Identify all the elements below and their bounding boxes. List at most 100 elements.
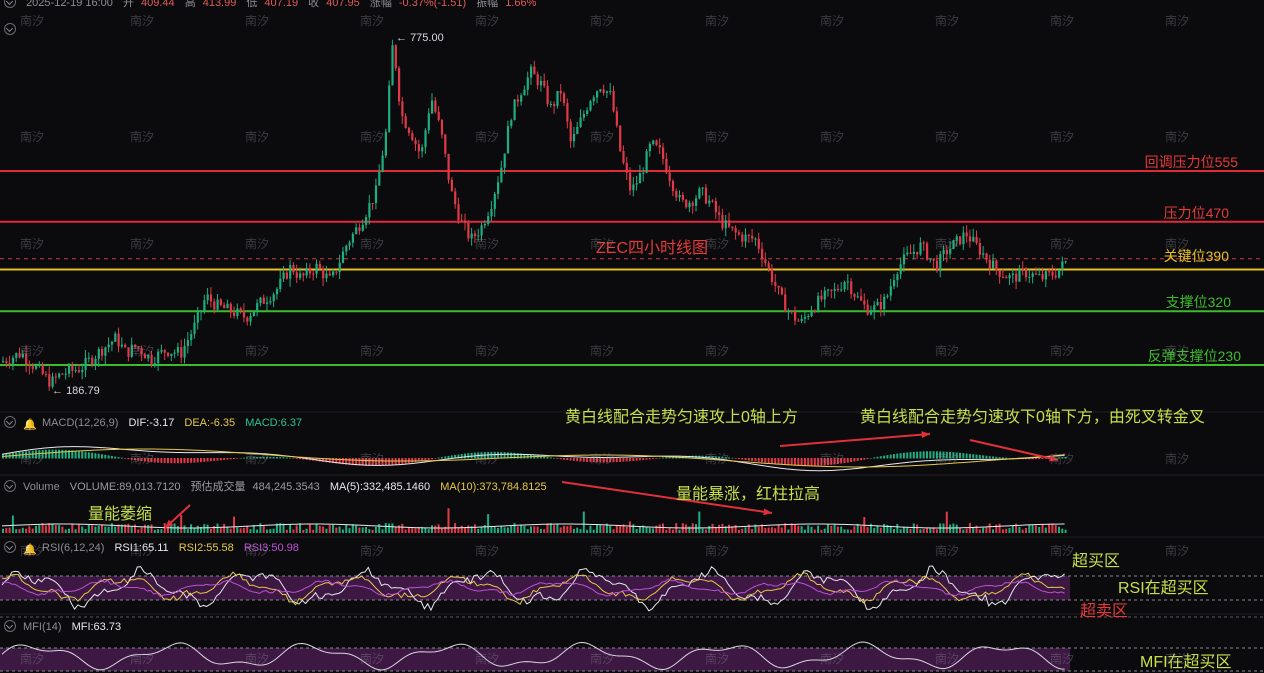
candle-body [902, 254, 906, 265]
candle-body [335, 271, 338, 273]
macd-histogram-bar [579, 458, 582, 462]
volume-bar [180, 514, 183, 533]
volume-bar [860, 526, 862, 533]
candle-body [170, 353, 173, 356]
macd-histogram-bar [764, 458, 767, 463]
volume-bar [572, 528, 575, 533]
volume-bar [318, 525, 321, 533]
candle-body [1051, 271, 1054, 276]
volume-bar [751, 528, 754, 533]
annot-macd-down: 黄白线配合走势匀速攻下0轴下方，由死叉转金叉 [860, 409, 1205, 426]
expand-icon[interactable] [4, 20, 20, 38]
candle-body [820, 295, 823, 300]
candle-body [935, 260, 939, 272]
candle-body [635, 183, 638, 185]
volume-bar [698, 511, 701, 533]
volume-bar [259, 523, 262, 533]
candle-body [605, 91, 609, 93]
candle-body [256, 303, 259, 312]
volume-bar [249, 529, 252, 533]
volume-bar [1025, 528, 1027, 533]
candle-body [536, 74, 539, 86]
volume-bar [153, 529, 156, 533]
volume-bar [830, 525, 833, 533]
macd-histogram-bar [645, 458, 648, 460]
volume-bar [190, 524, 193, 533]
volume-bar [338, 526, 341, 533]
volume-bar [533, 526, 536, 533]
macd-histogram-bar [384, 458, 387, 466]
macd-histogram-bar [807, 458, 810, 467]
macd-histogram-bar [388, 458, 391, 466]
close-label: 收 [308, 0, 320, 9]
mfi-title: MFI(14) [23, 621, 62, 633]
collapse-icon[interactable] [4, 416, 16, 428]
watermark: 南汐 [1165, 237, 1190, 251]
collapse-icon[interactable] [4, 480, 16, 492]
candle-body [153, 363, 156, 365]
candle-body [883, 296, 886, 310]
volume-bar [361, 527, 364, 533]
candle-body [569, 121, 572, 142]
watermark: 南汐 [475, 14, 500, 28]
collapse-icon[interactable] [4, 0, 16, 8]
candle-body [38, 364, 41, 366]
chart-canvas [0, 39, 1264, 672]
candle-body [233, 312, 236, 316]
bell-icon[interactable]: 🔔 [23, 418, 37, 431]
candle-body [444, 134, 447, 154]
high-value: 413.99 [202, 0, 237, 9]
macd-histogram-bar [440, 457, 443, 459]
candle-body [351, 233, 354, 243]
volume-bar [2, 528, 4, 533]
candle-body [978, 243, 981, 255]
candle-body [391, 45, 394, 86]
candle-body [216, 299, 219, 310]
high-price-label: ← 775.00 [396, 32, 444, 44]
volume-bar [668, 528, 671, 533]
candle-body [780, 287, 783, 295]
candle-body [846, 281, 849, 283]
arrow-vol-surge-head [763, 508, 772, 516]
volume-bar [209, 529, 212, 533]
volume-bar [87, 524, 90, 533]
annot-macd-up: 黄白线配合走势匀速攻上0轴上方 [565, 409, 798, 426]
volume-bar [569, 525, 572, 533]
volume-bar [883, 523, 886, 533]
macd-histogram-bar [206, 458, 209, 462]
volume-bar [879, 527, 882, 533]
volume-bar [497, 528, 499, 533]
watermark: 南汐 [590, 14, 615, 28]
candle-body [704, 187, 708, 204]
candle-body [460, 220, 463, 222]
volume-bar [695, 524, 697, 533]
macd-histogram-bar [120, 457, 123, 459]
volume-bar [11, 515, 14, 533]
close-value: 407.95 [326, 0, 360, 9]
macd-histogram-bar [160, 458, 163, 463]
macd-histogram-bar [97, 453, 100, 459]
candle-body [790, 310, 793, 312]
macd-histogram-bar [876, 456, 879, 459]
volume-bar [671, 529, 674, 533]
volume-bar [955, 524, 958, 533]
watermark: 南汐 [935, 344, 960, 358]
candle-body [223, 304, 226, 309]
macd-histogram-bar [751, 458, 754, 461]
candle-body [404, 116, 407, 128]
macd-histogram-bar [51, 449, 54, 459]
candle-body [54, 376, 57, 378]
candle-body [701, 187, 704, 189]
macd-histogram-bar [860, 458, 862, 461]
volume-bar [473, 524, 476, 533]
candle-body [652, 140, 655, 144]
candle-body [909, 252, 912, 254]
volume-bar [371, 529, 374, 533]
candle-body [1008, 275, 1011, 279]
macd-histogram-bar [817, 458, 820, 466]
collapse-icon[interactable] [4, 541, 16, 553]
candle-body [642, 172, 645, 174]
macd-histogram-bar [919, 451, 922, 459]
collapse-icon[interactable] [4, 620, 16, 632]
volume-bar [143, 524, 146, 533]
